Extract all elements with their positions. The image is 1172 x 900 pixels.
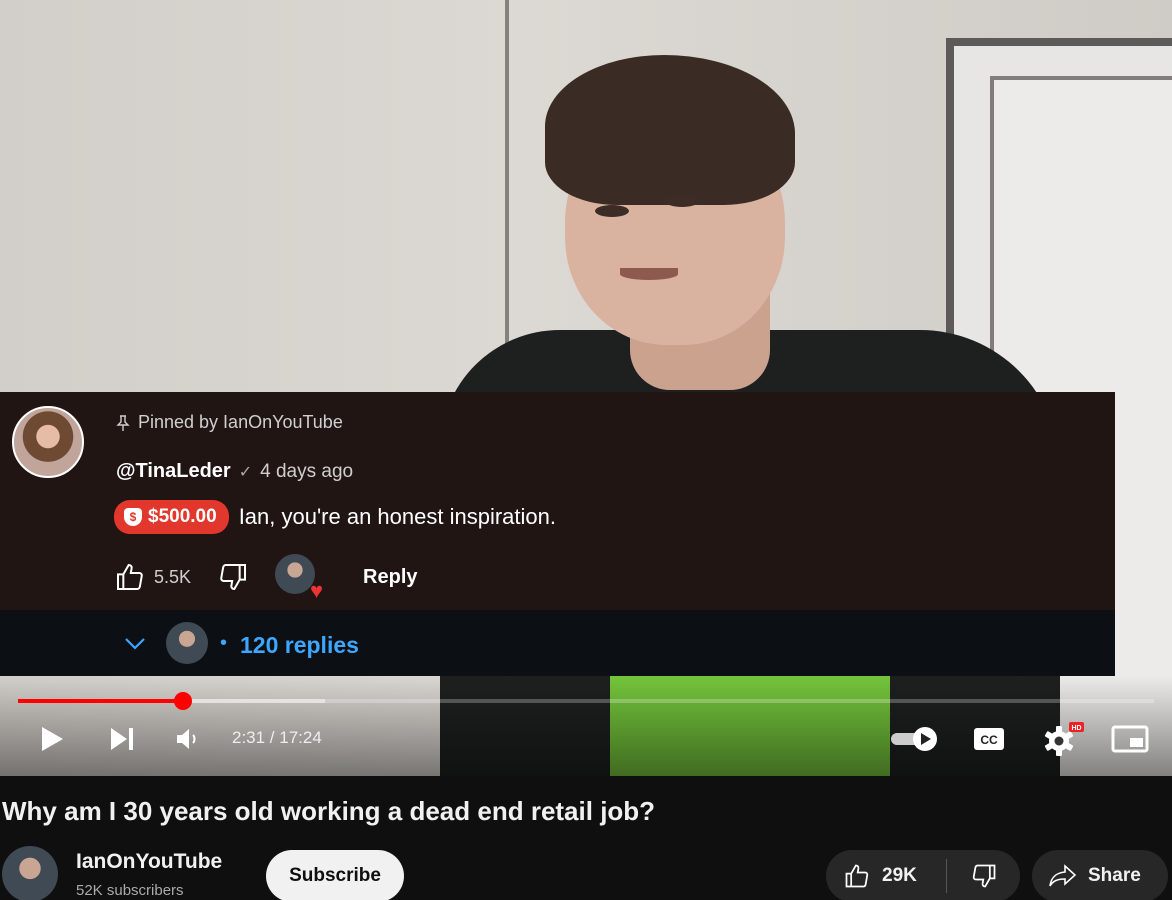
autoplay-toggle[interactable]	[888, 718, 942, 760]
svg-text:HD: HD	[1071, 725, 1081, 732]
super-thanks-icon: $	[124, 508, 142, 526]
chevron-down-icon	[125, 638, 145, 650]
play-icon	[42, 727, 63, 751]
comment-like-button[interactable]	[110, 557, 150, 597]
thumbs-up-icon	[117, 563, 143, 590]
scrubber-handle[interactable]	[173, 692, 192, 710]
progress-bar[interactable]	[18, 692, 1154, 710]
captions-button[interactable]: CC	[968, 718, 1010, 760]
settings-button[interactable]: HD	[1038, 718, 1086, 760]
share-icon	[1049, 864, 1077, 887]
next-icon	[111, 728, 133, 750]
comment-time[interactable]: 4 days ago	[260, 461, 353, 483]
channel-name[interactable]: IanOnYouTube	[76, 850, 222, 874]
miniplayer-icon	[1111, 725, 1149, 753]
svg-text:CC: CC	[980, 733, 998, 747]
gear-icon: HD	[1044, 722, 1084, 756]
comment-text: Ian, you're an honest inspiration.	[238, 504, 556, 529]
separator-dot: •	[220, 632, 228, 654]
subscribe-button[interactable]: Subscribe	[266, 850, 404, 900]
comment-like-count: 5.5K	[154, 566, 192, 587]
reply-avatar	[166, 622, 208, 664]
video-title: Why am I 30 years old working a dead end…	[2, 796, 656, 826]
reply-button[interactable]: Reply	[363, 566, 417, 589]
like-count: 29K	[882, 865, 917, 886]
thumbs-down-icon	[220, 564, 247, 591]
pin-icon	[116, 414, 130, 431]
miniplayer-button[interactable]	[1108, 718, 1152, 760]
played-bar	[18, 699, 183, 703]
commenter-avatar[interactable]	[12, 406, 84, 478]
subscriber-count: 52K subscribers	[76, 882, 184, 899]
channel-avatar[interactable]	[2, 846, 58, 900]
volume-icon	[177, 729, 196, 749]
time-display: 2:31 / 17:24	[232, 728, 322, 747]
play-button[interactable]	[34, 718, 70, 760]
volume-button[interactable]	[170, 718, 206, 760]
next-button[interactable]	[104, 718, 140, 760]
pinned-comment: Pinned by IanOnYouTube @TinaLeder ✓ 4 da…	[0, 392, 1115, 610]
replies-count[interactable]: 120 replies	[240, 632, 359, 659]
pinned-label: Pinned by IanOnYouTube	[116, 412, 343, 433]
like-dislike-group: 29K	[826, 850, 1020, 900]
heart-icon: ♥	[309, 578, 324, 603]
dislike-button[interactable]	[947, 862, 1020, 890]
super-thanks-badge: $ $500.00	[114, 500, 229, 534]
share-button[interactable]: Share	[1032, 850, 1168, 900]
comment-dislike-button[interactable]	[213, 557, 253, 597]
captions-icon: CC	[974, 728, 1004, 750]
like-button[interactable]: 29K	[826, 862, 946, 890]
creator-heart: ♥	[275, 554, 324, 603]
thumbs-up-icon	[845, 864, 869, 888]
autoplay-toggle-icon	[891, 727, 937, 751]
comment-author[interactable]: @TinaLeder	[116, 460, 231, 483]
check-icon: ✓	[238, 463, 253, 481]
view-replies-button[interactable]: • 120 replies	[0, 610, 1115, 676]
thumbs-down-icon	[972, 864, 995, 888]
